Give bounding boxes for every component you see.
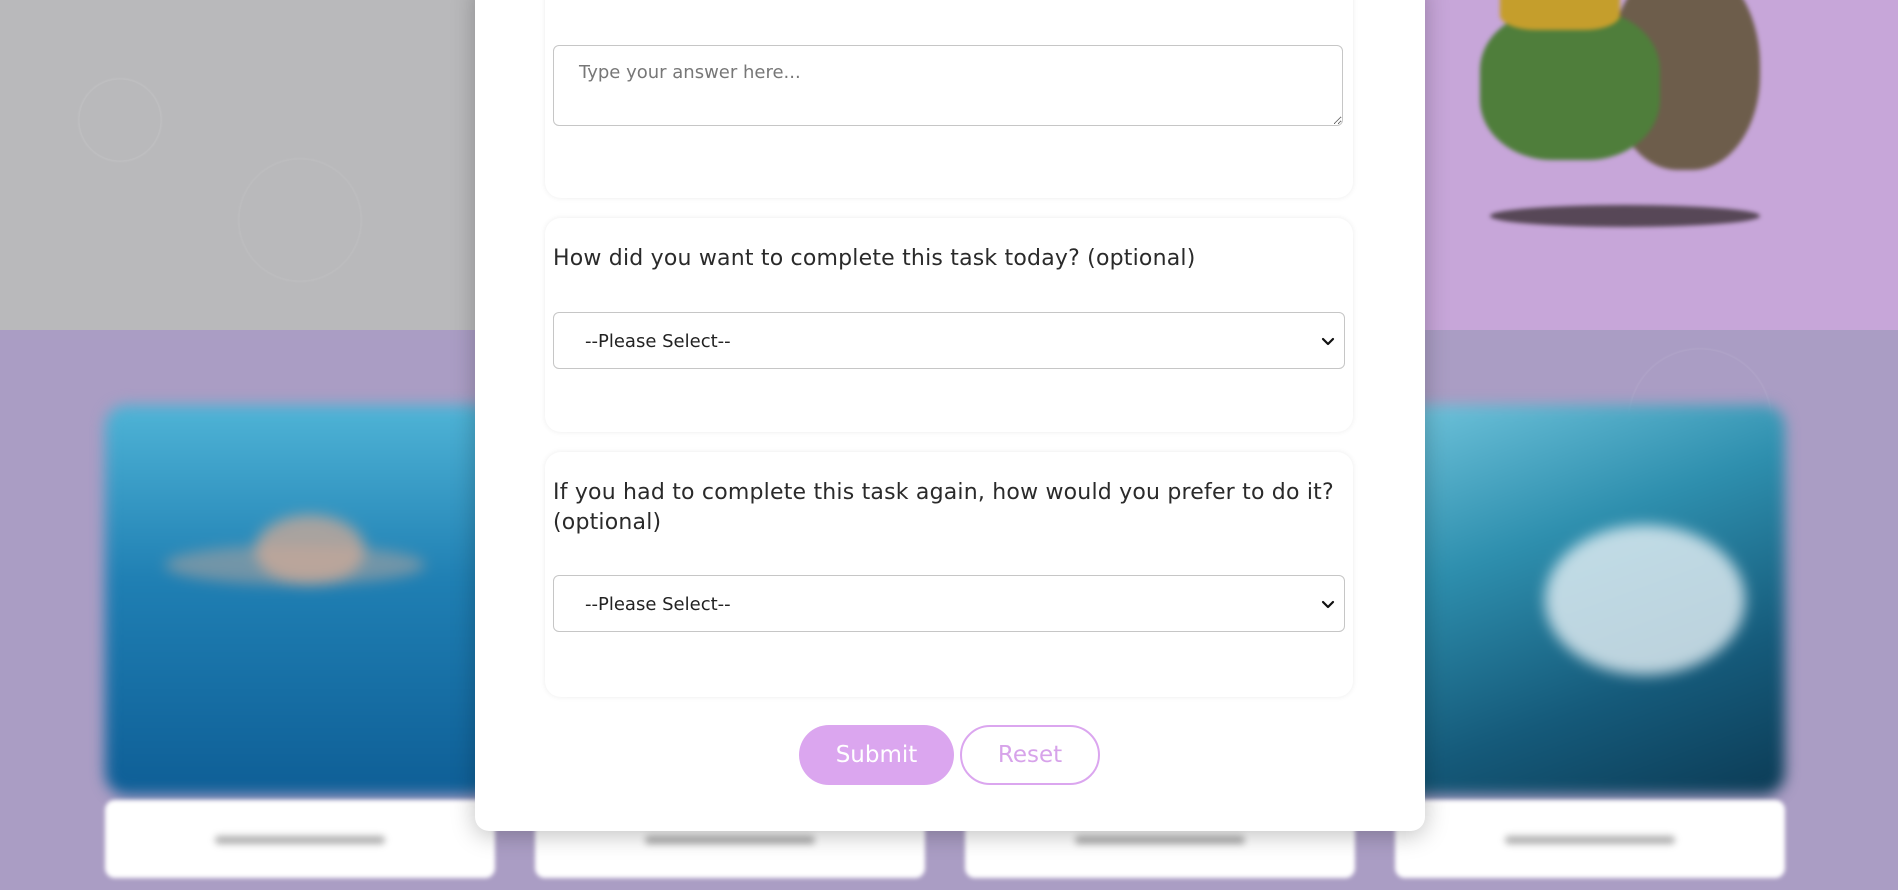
character-body (1480, 10, 1660, 160)
select-value: --Please Select-- (585, 331, 731, 352)
character-belt (1500, 0, 1620, 30)
answer-textarea[interactable] (553, 45, 1343, 126)
question-2-label: How did you want to complete this task t… (553, 246, 1196, 271)
chevron-down-icon (1321, 337, 1335, 346)
question-3-label: If you had to complete this task again, … (553, 480, 1334, 535)
chevron-down-icon (1321, 600, 1335, 609)
tile-caption-4 (1395, 800, 1785, 878)
surf-wave-image (1395, 405, 1785, 795)
select-value: --Please Select-- (585, 594, 731, 615)
task-method-select[interactable]: --Please Select-- (553, 312, 1345, 369)
character-image (1440, 0, 1770, 260)
preferred-method-select[interactable]: --Please Select-- (553, 575, 1345, 632)
reset-button[interactable]: Reset (960, 725, 1100, 785)
submit-button[interactable]: Submit (799, 725, 954, 785)
tile-caption-1 (105, 800, 495, 878)
swimmer-image (105, 405, 495, 795)
character-shadow (1490, 205, 1760, 227)
